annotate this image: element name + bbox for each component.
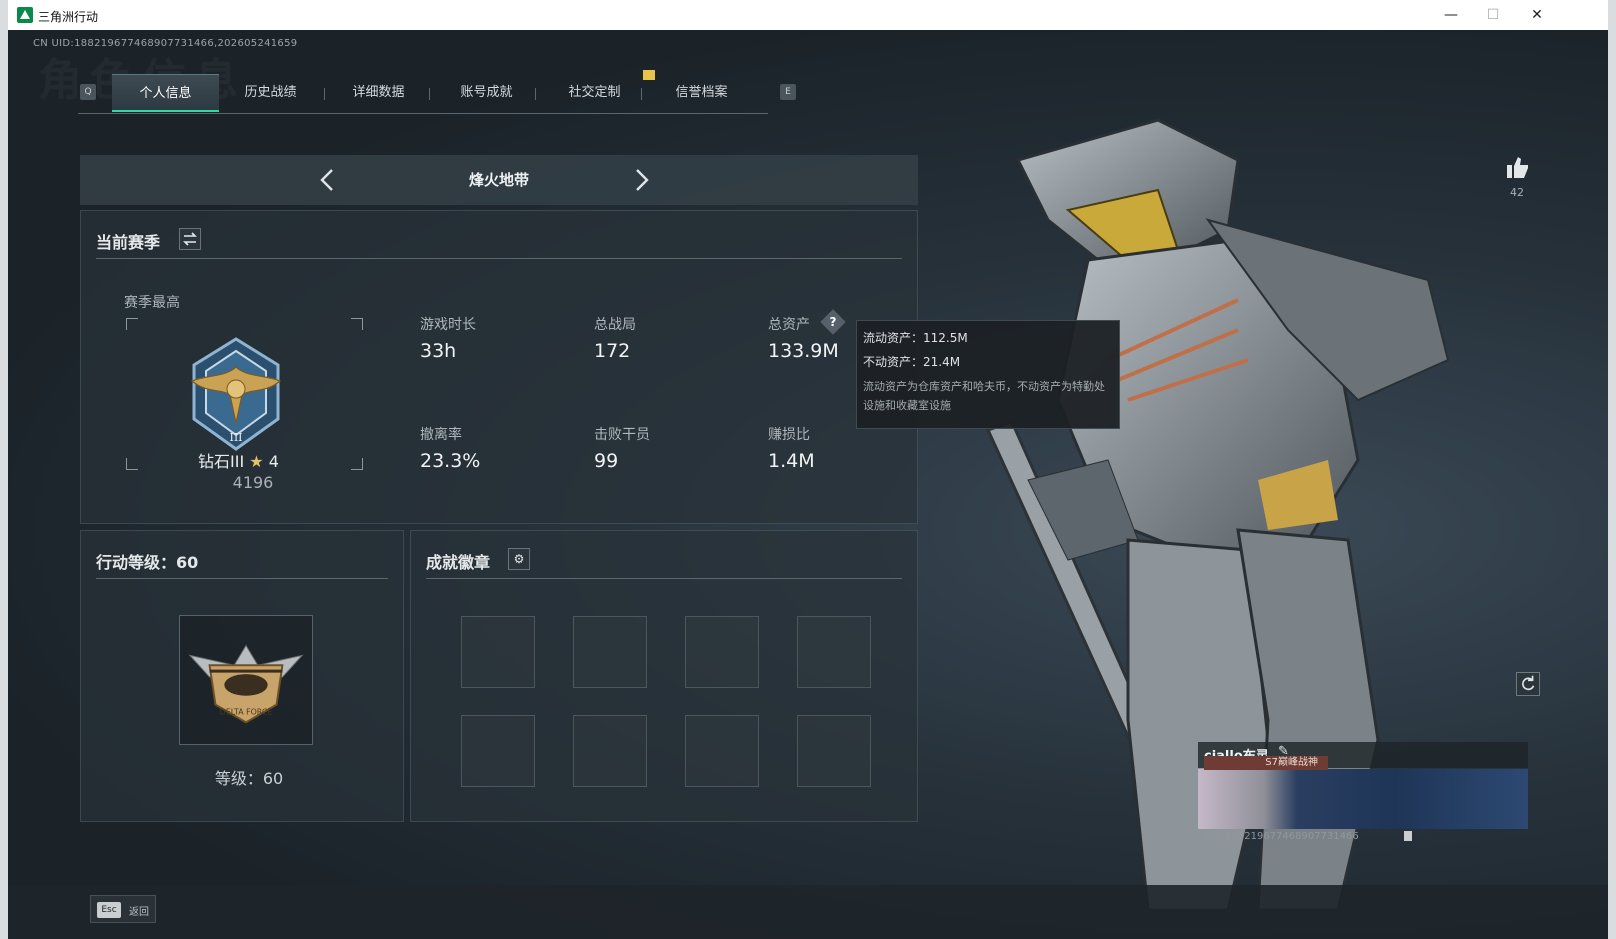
footer-bar: [8, 885, 1608, 939]
title-bar: 三角洲行动 — ☐ ✕: [8, 0, 1608, 30]
action-level-title: 行动等级：60: [96, 553, 199, 572]
season-best-label: 赛季最高: [124, 295, 180, 311]
badge-settings-button[interactable]: ⚙: [508, 548, 530, 570]
thumbs-up-icon[interactable]: [1504, 154, 1530, 180]
tab-reputation[interactable]: 信誉档案: [648, 74, 755, 112]
tab-personal-info[interactable]: 个人信息: [112, 74, 219, 112]
tab-history[interactable]: 历史战绩: [217, 74, 324, 112]
badge-slot[interactable]: [797, 715, 871, 787]
refresh-button[interactable]: [1516, 672, 1540, 696]
minimize-button[interactable]: —: [1436, 4, 1466, 26]
badge-slot[interactable]: [573, 715, 647, 787]
season-title: 当前赛季: [96, 233, 161, 252]
back-label: 返回: [129, 907, 149, 918]
svg-text:DELTA FORCE: DELTA FORCE: [220, 707, 273, 716]
swap-icon: [183, 232, 197, 246]
rank-stars: 4: [268, 452, 279, 471]
copy-icon[interactable]: [1404, 831, 1412, 841]
app-window: 三角洲行动 — ☐ ✕ 角色信息 CN UID:1882196774689077…: [8, 0, 1608, 939]
switch-season-button[interactable]: [179, 228, 201, 250]
namecard-banner: [1198, 769, 1528, 829]
badge-slot[interactable]: [573, 616, 647, 688]
tab-social[interactable]: 社交定制: [541, 74, 648, 112]
liquid-assets: 流动资产：112.5M: [863, 331, 968, 345]
tab-detailed-data[interactable]: 详细数据: [325, 74, 432, 112]
game-viewport: 角色信息 CN UID:1882196774689077314​66,20260…: [8, 30, 1608, 939]
window-title: 三角洲行动: [38, 10, 99, 24]
divider: [96, 258, 902, 259]
frame-corner: [126, 458, 138, 470]
divider: [426, 578, 902, 579]
next-mode-button[interactable]: [628, 167, 654, 193]
stat-value: 172: [594, 340, 631, 362]
mode-name: 烽火地带: [468, 171, 529, 189]
player-uid: UID 1882196774689077314​66: [1204, 831, 1359, 842]
divider: [96, 578, 388, 579]
stat-label: 总资产: [768, 317, 810, 333]
uid-watermark: CN UID:1882196774689077314​66,2026052416…: [33, 38, 298, 49]
badges-title: 成就徽章: [426, 553, 491, 572]
like-count: 42: [1510, 186, 1524, 199]
stat-label: 赚损比: [768, 427, 810, 443]
stat-value: 1.4M: [768, 450, 815, 472]
rank-line: 钻石III ★ 4: [198, 448, 308, 472]
refresh-icon: [1522, 675, 1535, 691]
fixed-assets: 不动资产：21.4M: [863, 355, 961, 369]
player-namecard: ciallo布灵 ✎ S7巅峰战神 UID 188219677468907731…: [1198, 742, 1528, 869]
badge-slot[interactable]: [461, 715, 535, 787]
star-icon: ★: [249, 452, 264, 471]
svg-text:III: III: [229, 431, 242, 444]
mode-selector: 烽火地带: [80, 155, 918, 205]
close-button[interactable]: ✕: [1522, 4, 1552, 26]
tab-next-key[interactable]: E: [780, 84, 796, 100]
stat-label: 游戏时长: [420, 317, 476, 333]
level-text: 等级：60: [214, 769, 284, 788]
app-logo-icon: [17, 7, 33, 23]
asset-tooltip: 流动资产：112.5M 不动资产：21.4M 流动资产为仓库资产和哈夫币，不动资…: [856, 320, 1120, 429]
stat-value: 133.9M: [768, 340, 839, 362]
chevron-right-icon: [636, 169, 649, 191]
rank-score: 4196: [232, 473, 274, 492]
asset-description: 流动资产为仓库资产和哈夫币，不动资产为特勤处设施和收藏室设施: [863, 380, 1105, 412]
frame-corner: [126, 318, 138, 330]
stat-value: 33h: [420, 340, 457, 362]
tab-prev-key[interactable]: Q: [80, 84, 96, 100]
back-button[interactable]: Esc 返回: [90, 895, 156, 923]
stat-value: 23.3%: [420, 450, 481, 472]
rank-name: 钻石III: [198, 452, 245, 471]
helicopter-emblem-icon: DELTA FORCE: [188, 644, 304, 724]
question-mark-icon: ?: [829, 315, 837, 329]
tab-achievements[interactable]: 账号成就: [433, 74, 540, 112]
maximize-button[interactable]: ☐: [1478, 4, 1508, 26]
badge-slot[interactable]: [685, 715, 759, 787]
stat-label: 撤离率: [420, 427, 462, 443]
badge-slot[interactable]: [461, 616, 535, 688]
player-title-tag: S7巅峰战神: [1204, 756, 1328, 770]
level-emblem-frame: DELTA FORCE: [179, 615, 313, 745]
gear-icon: ⚙: [513, 552, 525, 566]
badge-slot[interactable]: [797, 616, 871, 688]
stat-label: 总战局: [594, 317, 636, 333]
frame-corner: [351, 318, 363, 330]
stat-value: 99: [594, 450, 619, 472]
diamond-rank-emblem-icon: III: [190, 337, 282, 451]
esc-key: Esc: [97, 902, 121, 918]
frame-corner: [351, 458, 363, 470]
stat-label: 击败干员: [594, 427, 650, 443]
badge-slot[interactable]: [685, 616, 759, 688]
